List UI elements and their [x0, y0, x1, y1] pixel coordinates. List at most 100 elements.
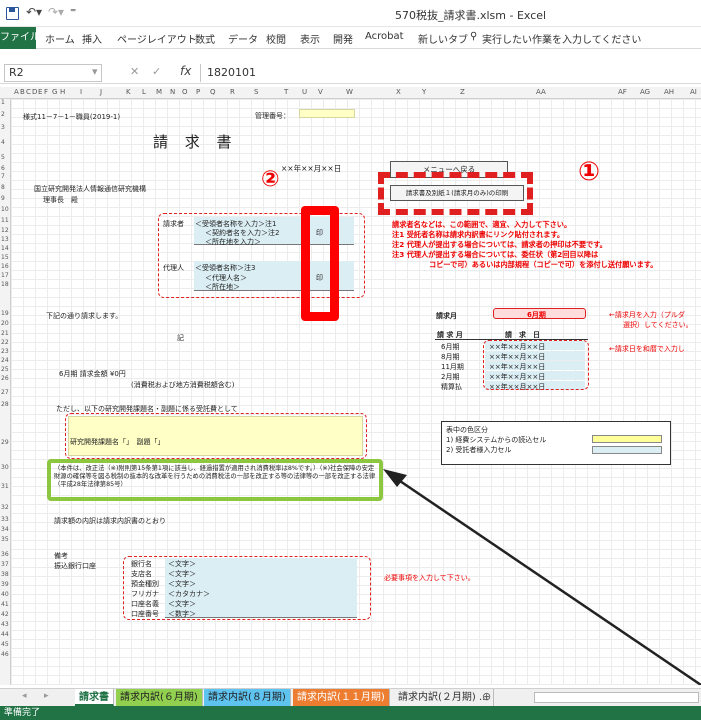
column-header[interactable]: AH	[664, 88, 674, 96]
column-header[interactable]: R	[230, 88, 235, 96]
column-header[interactable]: W	[346, 88, 353, 96]
quick-access-menu-icon[interactable]: ⁼	[70, 5, 76, 19]
column-header[interactable]: T	[284, 88, 288, 96]
redo-icon[interactable]: ↷▾	[48, 5, 64, 19]
row-header[interactable]: 17	[1, 272, 11, 279]
column-header[interactable]: L	[142, 88, 146, 96]
row-header[interactable]: 42	[1, 611, 11, 618]
column-header[interactable]: AI	[690, 88, 697, 96]
row-header[interactable]: 45	[1, 641, 11, 648]
column-header[interactable]: F	[44, 88, 48, 96]
worksheet-grid[interactable]: 様式11－7－1－職員(2019-1) 管理番号： 請 求 書 ××年××月××…	[11, 99, 701, 685]
row-header[interactable]: 16	[1, 263, 11, 270]
column-header[interactable]: E	[38, 88, 42, 96]
column-header[interactable]: S	[254, 88, 258, 96]
add-sheet-icon[interactable]: ⊕	[482, 690, 491, 703]
row-header[interactable]: 40	[1, 591, 11, 598]
row-header[interactable]: 26	[1, 375, 11, 382]
month-value[interactable]: 6月期	[527, 310, 546, 320]
row-header[interactable]: 22	[1, 339, 11, 346]
tab-insert[interactable]: 挿入	[82, 31, 102, 46]
bank-field-value[interactable]: ＜文字＞	[168, 579, 196, 589]
column-header[interactable]: M	[156, 88, 162, 96]
tab-scroll-right-icon[interactable]: ▸	[44, 691, 49, 701]
row-header[interactable]: 46	[1, 651, 11, 658]
row-header[interactable]: 11	[1, 217, 11, 224]
row-header[interactable]: 13	[1, 236, 11, 243]
row-header[interactable]: 19	[1, 310, 11, 317]
row-header[interactable]: 14	[1, 245, 11, 252]
row-header[interactable]: 23	[1, 348, 11, 355]
bank-field-value[interactable]: ＜文字＞	[168, 599, 196, 609]
row-header[interactable]: 28	[1, 401, 11, 408]
fx-icon[interactable]: fx	[180, 64, 191, 78]
tab-file[interactable]: ファイル	[0, 27, 40, 49]
agent-address[interactable]: ＜所在地＞	[205, 282, 240, 292]
agent-name[interactable]: ＜受領者名称＞注3	[195, 263, 255, 273]
row-header[interactable]: 36	[1, 551, 11, 558]
horizontal-scrollbar[interactable]	[534, 692, 699, 703]
tell-me-search[interactable]: 実行したい作業を入力してください	[482, 31, 641, 46]
sheet-tab-invoice[interactable]: 請求書	[75, 689, 114, 706]
column-header[interactable]: A	[14, 88, 19, 96]
column-header[interactable]: P	[196, 88, 200, 96]
tab-new[interactable]: 新しいタブ	[418, 31, 468, 46]
row-header[interactable]: 35	[1, 536, 11, 543]
row-header[interactable]: 31	[1, 483, 11, 490]
column-header[interactable]: B	[20, 88, 25, 96]
tab-formulas[interactable]: 数式	[195, 31, 215, 46]
row-header[interactable]: 24	[1, 357, 11, 364]
column-header[interactable]: Z	[460, 88, 465, 96]
bank-field-value[interactable]: ＜カタカナ＞	[168, 589, 210, 599]
tab-developer[interactable]: 開発	[333, 31, 353, 46]
row-header[interactable]: 10	[1, 206, 11, 213]
tab-home[interactable]: ホーム	[45, 31, 75, 46]
tab-scroll-left-icon[interactable]: ◂	[22, 691, 27, 701]
sheet-tab-november[interactable]: 請求内訳(１１月期)	[293, 689, 390, 706]
row-header[interactable]: 6	[1, 165, 11, 172]
cancel-icon[interactable]: ✕	[130, 65, 139, 78]
save-icon[interactable]	[6, 7, 19, 20]
row-header[interactable]: 27	[1, 389, 11, 396]
row-header[interactable]: 33	[1, 516, 11, 523]
column-header[interactable]: I	[80, 88, 82, 96]
column-header[interactable]: Y	[422, 88, 426, 96]
row-header[interactable]: 44	[1, 631, 11, 638]
tab-acrobat[interactable]: Acrobat	[365, 31, 404, 42]
row-header[interactable]: 9	[1, 195, 11, 202]
row-header[interactable]: 30	[1, 464, 11, 471]
tab-view[interactable]: 表示	[300, 31, 320, 46]
row-header[interactable]: 1	[1, 99, 11, 106]
row-header[interactable]: 18	[1, 281, 11, 288]
row-header[interactable]: 8	[1, 184, 11, 191]
sheet-tab-august[interactable]: 請求内訳(８月期)	[204, 689, 291, 706]
column-header[interactable]: Q	[210, 88, 216, 96]
row-header[interactable]: 2	[1, 111, 11, 118]
row-header[interactable]: 41	[1, 601, 11, 608]
column-header[interactable]: AF	[618, 88, 627, 96]
undo-icon[interactable]: ↶▾	[26, 5, 42, 19]
column-header[interactable]: V	[318, 88, 323, 96]
row-header[interactable]: 5	[1, 154, 11, 161]
column-header[interactable]: U	[302, 88, 307, 96]
search-icon[interactable]: ⚲	[470, 31, 477, 42]
row-header[interactable]: 37	[1, 561, 11, 568]
row-header[interactable]: 21	[1, 330, 11, 337]
column-header[interactable]: O	[182, 88, 188, 96]
row-header[interactable]: 25	[1, 366, 11, 373]
column-header[interactable]: C	[26, 88, 31, 96]
formula-input[interactable]: 1820101	[200, 64, 701, 82]
bank-field-value[interactable]: ＜文字＞	[168, 569, 196, 579]
row-header[interactable]: 43	[1, 621, 11, 628]
tab-data[interactable]: データ	[228, 31, 258, 46]
name-box-dropdown-icon[interactable]: ▾	[92, 65, 98, 78]
row-header[interactable]: 38	[1, 571, 11, 578]
bank-field-value[interactable]: ＜数字＞	[168, 609, 196, 619]
column-header[interactable]: J	[100, 88, 102, 96]
column-header[interactable]: K	[126, 88, 131, 96]
column-header[interactable]: AG	[640, 88, 650, 96]
row-header[interactable]: 20	[1, 320, 11, 327]
row-header[interactable]: 12	[1, 227, 11, 234]
tab-review[interactable]: 校閲	[266, 31, 286, 46]
claimant-address[interactable]: ＜所在地を入力＞	[205, 237, 261, 247]
